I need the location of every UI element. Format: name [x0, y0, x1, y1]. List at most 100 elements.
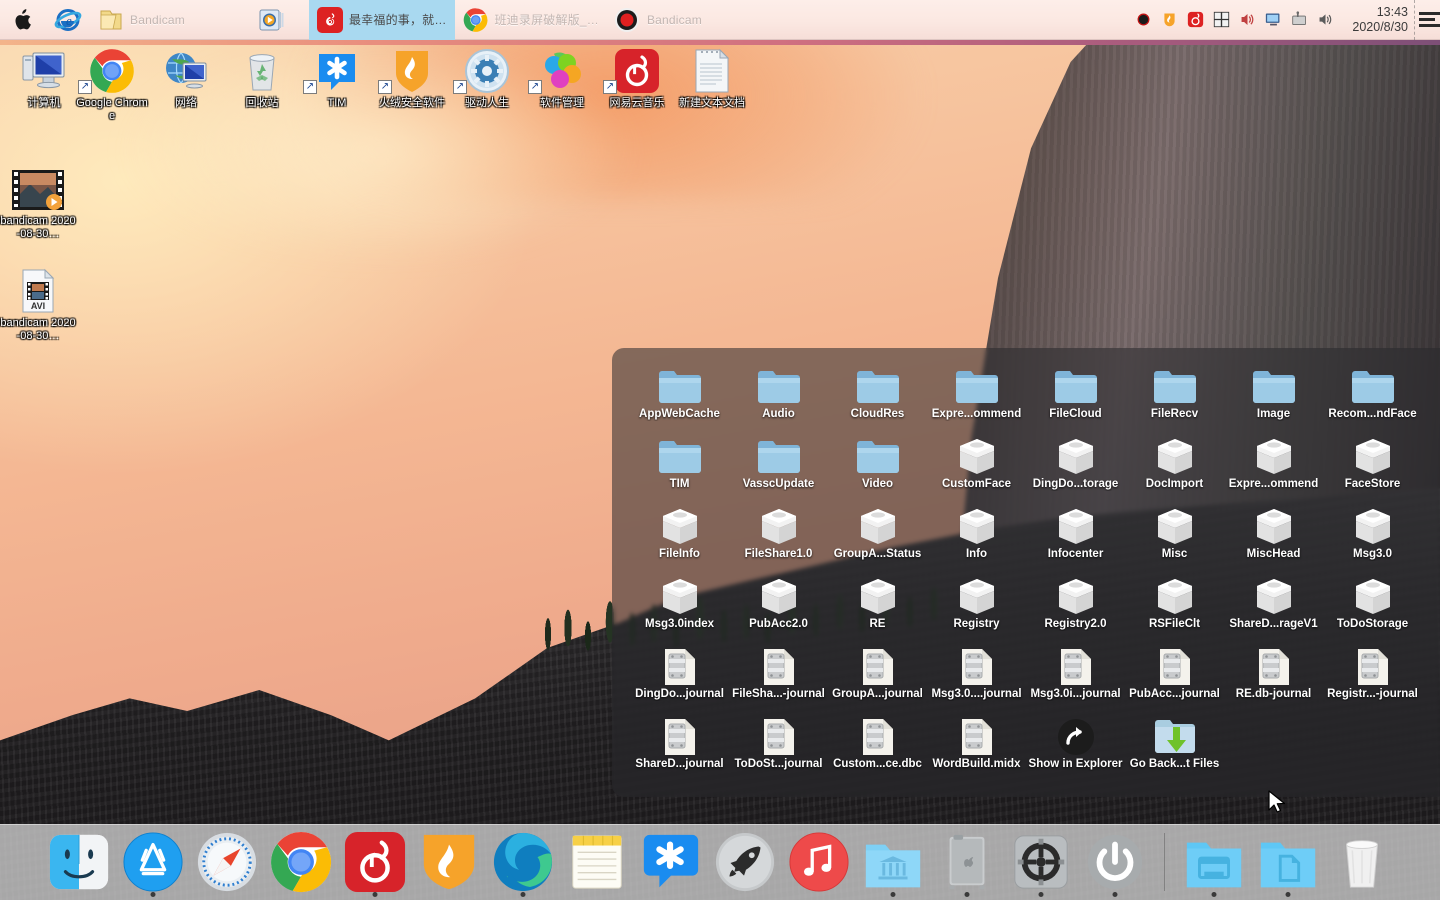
window-bandicam[interactable]: Bandicam [605, 0, 735, 40]
file-item[interactable]: FileInfo [630, 506, 729, 576]
quicklaunch-file-explorer[interactable]: Bandicam [90, 0, 193, 40]
window-grid-icon[interactable] [1213, 11, 1230, 28]
file-item[interactable]: FileSha...-journal [729, 646, 828, 716]
desktop-icon-netease-cloud-music[interactable]: ↗ 网易云音乐 [601, 46, 673, 110]
file-item[interactable]: Custom...ce.dbc [828, 716, 927, 786]
bandicam-record-icon[interactable] [1135, 11, 1152, 28]
desktop-icon-google-chrome[interactable]: ↗ Google Chrome [76, 46, 148, 122]
window-chrome[interactable]: 班迪录屏破解版_… [455, 0, 605, 40]
file-item[interactable]: Expre...ommend [1224, 436, 1323, 506]
file-item[interactable]: ShareD...journal [630, 716, 729, 786]
dock-item-downloads-folder[interactable] [1183, 831, 1245, 897]
dock-item-safari[interactable] [196, 831, 258, 893]
quicklaunch-media-player[interactable] [251, 0, 293, 40]
dock-item-netease-cloud-music[interactable] [344, 831, 406, 897]
file-item[interactable]: ToDoSt...journal [729, 716, 828, 786]
desktop-icon-tim[interactable]: ↗ TIM [301, 46, 373, 110]
file-item[interactable]: AppWebCache [630, 366, 729, 436]
desktop-icon-driver-life[interactable]: ↗ 驱动人生 [451, 46, 523, 110]
file-item[interactable]: ToDoStorage [1323, 576, 1422, 646]
file-item[interactable]: RSFileClt [1125, 576, 1224, 646]
file-item[interactable]: ShareD...rageV1 [1224, 576, 1323, 646]
file-item[interactable]: PubAcc2.0 [729, 576, 828, 646]
file-item[interactable]: Misc [1125, 506, 1224, 576]
show-desktop-line-3 [1419, 24, 1440, 27]
dock-item-chrome[interactable] [270, 831, 332, 893]
desktop-icon-new-text-document[interactable]: 新建文本文档 [676, 46, 748, 110]
taskbar-clock[interactable]: 13:43 2020/8/30 [1342, 5, 1414, 35]
file-item[interactable]: FileCloud [1026, 366, 1125, 436]
dock-item-notes[interactable] [566, 831, 628, 893]
file-item[interactable]: FileShare1.0 [729, 506, 828, 576]
file-item[interactable]: Msg3.0 [1323, 506, 1422, 576]
usb-device-icon[interactable] [1291, 11, 1308, 28]
speaker-red-icon[interactable] [1239, 11, 1256, 28]
file-item[interactable]: RE [828, 576, 927, 646]
file-item[interactable]: Infocenter [1026, 506, 1125, 576]
dock-item-finder[interactable] [48, 831, 110, 893]
show-desktop-button[interactable] [1414, 0, 1440, 40]
file-item[interactable]: PubAcc...journal [1125, 646, 1224, 716]
desktop-icon-bandicam-video-1[interactable]: bandicam 2020-08-30… [0, 164, 76, 240]
desktop-icon-network[interactable]: 网络 [150, 46, 222, 110]
dock-item-documents-stack[interactable] [1257, 831, 1319, 897]
desktop-icon-software-manager[interactable]: ↗ 软件管理 [526, 46, 598, 110]
file-item[interactable]: Registr...-journal [1323, 646, 1422, 716]
dock-item-system-preferences[interactable] [1010, 831, 1072, 897]
file-item[interactable]: VasscUpdate [729, 436, 828, 506]
file-item[interactable]: Expre...ommend [927, 366, 1026, 436]
dock-item-mac-pro[interactable] [936, 831, 998, 897]
file-item[interactable]: Video [828, 436, 927, 506]
volume-icon[interactable] [1317, 11, 1334, 28]
file-item[interactable]: GroupA...journal [828, 646, 927, 716]
desktop-icon-huorong-security[interactable]: ↗ 火绒安全软件 [376, 46, 448, 110]
file-item-label: Video [861, 478, 894, 490]
desktop-icon-recycle-bin[interactable]: 回收站 [226, 46, 298, 110]
file-item[interactable]: CustomFace [927, 436, 1026, 506]
file-item[interactable]: Registry [927, 576, 1026, 646]
finder-icon [49, 834, 108, 890]
dock-item-tim[interactable] [640, 831, 702, 893]
file-item[interactable]: Audio [729, 366, 828, 436]
file-item[interactable]: Info [927, 506, 1026, 576]
start-button[interactable] [0, 0, 46, 40]
dock-item-itunes[interactable] [788, 831, 850, 893]
dock-item-power[interactable] [1084, 831, 1146, 897]
file-item[interactable]: DingDo...torage [1026, 436, 1125, 506]
file-item[interactable]: Image [1224, 366, 1323, 436]
file-item[interactable]: FileRecv [1125, 366, 1224, 436]
huorong-flame-icon[interactable] [1161, 11, 1178, 28]
file-item[interactable]: Msg3.0index [630, 576, 729, 646]
dock-item-trash[interactable] [1331, 831, 1393, 893]
file-item[interactable]: GroupA...Status [828, 506, 927, 576]
file-item[interactable]: TIM [630, 436, 729, 506]
file-item[interactable]: DingDo...journal [630, 646, 729, 716]
file-item[interactable]: DocImport [1125, 436, 1224, 506]
file-item[interactable]: Registry2.0 [1026, 576, 1125, 646]
desktop-icon-computer[interactable]: 计算机 [8, 46, 80, 110]
file-item-label: WordBuild.midx [932, 758, 1021, 770]
network-monitor-icon[interactable] [1265, 11, 1282, 28]
netease-music-tray-icon[interactable] [1187, 11, 1204, 28]
dock-item-app-store[interactable] [122, 831, 184, 897]
file-item[interactable]: FaceStore [1323, 436, 1422, 506]
file-item[interactable]: MiscHead [1224, 506, 1323, 576]
file-item-label: Expre...ommend [1228, 478, 1319, 490]
file-item[interactable]: Show in Explorer [1026, 716, 1125, 786]
file-item[interactable]: Recom...ndFace [1323, 366, 1422, 436]
dock-item-documents-folder[interactable] [862, 831, 924, 897]
file-item[interactable]: Go Back...t Files [1125, 716, 1224, 786]
db-icon [1125, 576, 1224, 618]
file-item[interactable]: CloudRes [828, 366, 927, 436]
window-netease-music[interactable]: 最幸福的事，就… [308, 0, 455, 40]
dock-item-launchpad[interactable] [714, 831, 776, 893]
dock-item-huorong-security[interactable] [418, 831, 480, 893]
file-item[interactable]: RE.db-journal [1224, 646, 1323, 716]
file-item[interactable]: WordBuild.midx [927, 716, 1026, 786]
folder-icon [1125, 366, 1224, 408]
dock-item-microsoft-edge[interactable] [492, 831, 554, 897]
file-item[interactable]: Msg3.0....journal [927, 646, 1026, 716]
desktop-icon-bandicam-video-2[interactable]: AVI bandicam 2020-08-30… [0, 266, 76, 342]
file-item[interactable]: Msg3.0i...journal [1026, 646, 1125, 716]
quicklaunch-internet-explorer[interactable]: e [46, 0, 90, 40]
